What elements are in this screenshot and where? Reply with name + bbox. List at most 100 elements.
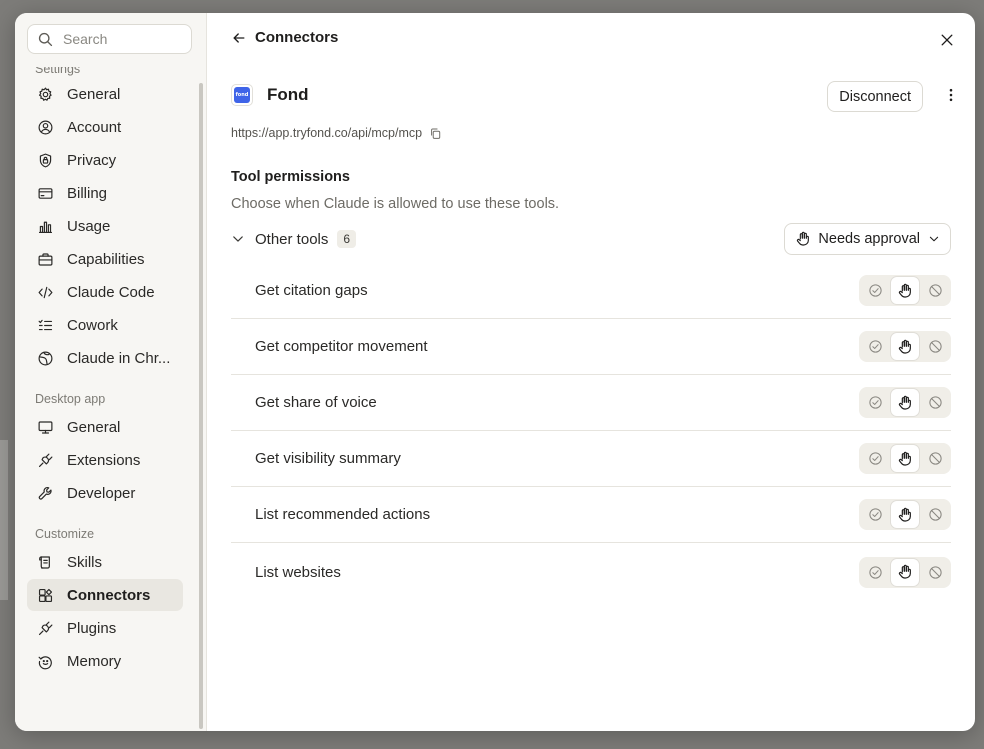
disconnect-button[interactable]: Disconnect <box>827 81 923 112</box>
sidebar-item-label: Capabilities <box>67 250 145 268</box>
monitor-icon <box>38 420 53 434</box>
briefcase-icon <box>38 252 53 266</box>
tool-permission-toggle <box>859 275 951 306</box>
tool-permission-toggle <box>859 387 951 418</box>
plug-icon <box>38 621 53 635</box>
sidebar-item-claude-in-chr[interactable]: Claude in Chr... <box>27 342 183 374</box>
sidebar-item-label: Plugins <box>67 619 117 637</box>
sidebar-item-label: Billing <box>67 184 108 202</box>
gear-icon <box>38 87 52 101</box>
search-box[interactable] <box>27 24 192 54</box>
hand-icon <box>797 231 810 246</box>
page-title: Connectors <box>255 29 339 46</box>
block-icon <box>928 396 942 409</box>
block-icon <box>928 452 942 465</box>
copy-icon[interactable] <box>429 127 442 140</box>
sidebar-item-label: Usage <box>67 217 111 235</box>
connector-url-row: https://app.tryfond.co/api/mcp/mcp <box>231 126 442 140</box>
tool-row: Get competitor movement <box>231 319 951 375</box>
always-allow-option[interactable] <box>861 333 889 360</box>
sidebar-item-label: Claude Code <box>67 283 155 301</box>
settings-sidebar: Settings General Account Privacy Billing Usag… <box>15 13 207 731</box>
needs-approval-option[interactable] <box>891 333 919 360</box>
always-allow-option[interactable] <box>861 501 889 528</box>
sidebar-item-cowork[interactable]: Cowork <box>27 309 183 341</box>
tool-row: List websites <box>231 543 951 601</box>
block-icon <box>928 340 942 353</box>
sidebar-item-connectors[interactable]: Connectors <box>27 579 183 611</box>
sidebar-scrollbar[interactable] <box>199 83 203 729</box>
sidebar-item-plugins[interactable]: Plugins <box>27 612 183 644</box>
search-icon <box>38 32 53 46</box>
hand-icon <box>898 339 911 354</box>
tool-name: List recommended actions <box>255 506 431 523</box>
sidebar-item-general[interactable]: General <box>27 78 183 110</box>
needs-approval-option[interactable] <box>891 445 919 472</box>
always-allow-option[interactable] <box>861 559 889 586</box>
more-vertical-icon <box>949 88 953 102</box>
scroll-icon <box>39 555 50 569</box>
sidebar-item-general[interactable]: General <box>27 411 183 443</box>
block-option[interactable] <box>921 559 949 586</box>
tool-row: Get citation gaps <box>231 263 951 319</box>
sidebar-item-usage[interactable]: Usage <box>27 210 183 242</box>
sidebar-item-label: Skills <box>67 553 103 571</box>
hand-icon <box>898 451 911 466</box>
block-option[interactable] <box>921 333 949 360</box>
arrow-left-icon <box>233 32 245 43</box>
connectors-icon <box>38 588 53 602</box>
always-allow-option[interactable] <box>861 445 889 472</box>
credit-card-icon <box>38 187 53 199</box>
tool-permission-toggle <box>859 443 951 474</box>
needs-approval-option[interactable] <box>891 389 919 416</box>
block-option[interactable] <box>921 277 949 304</box>
sidebar-item-label: General <box>67 85 121 103</box>
sidebar-item-developer[interactable]: Developer <box>27 477 183 509</box>
plug-icon <box>38 453 53 467</box>
close-button[interactable] <box>939 32 955 53</box>
more-options-button[interactable] <box>943 87 959 108</box>
sidebar-item-skills[interactable]: Skills <box>27 546 183 578</box>
connector-detail-panel: Connectors fond Fond Disconnect https://… <box>207 13 975 731</box>
search-input[interactable] <box>63 31 178 47</box>
block-option[interactable] <box>921 445 949 472</box>
always-allow-option[interactable] <box>861 389 889 416</box>
settings-modal: Settings General Account Privacy Billing Usag… <box>15 13 975 731</box>
globe-icon <box>38 351 53 365</box>
close-icon <box>941 34 953 46</box>
check-circle-icon <box>868 508 882 521</box>
tool-name: Get competitor movement <box>255 338 428 355</box>
sidebar-item-capabilities[interactable]: Capabilities <box>27 243 183 275</box>
tool-name: Get visibility summary <box>255 450 401 467</box>
hand-icon <box>898 564 911 579</box>
block-option[interactable] <box>921 389 949 416</box>
block-option[interactable] <box>921 501 949 528</box>
shield-lock-icon <box>39 153 52 167</box>
chevron-down-icon <box>929 236 939 242</box>
sidebar-nav: Settings General Account Privacy Billing Usag… <box>27 67 183 677</box>
group-permission-dropdown[interactable]: Needs approval <box>784 223 951 255</box>
always-allow-option[interactable] <box>861 277 889 304</box>
page-header: Connectors <box>231 29 338 46</box>
sidebar-item-privacy[interactable]: Privacy <box>27 144 183 176</box>
needs-approval-option[interactable] <box>891 558 919 586</box>
tool-group-label: Other tools <box>255 230 329 248</box>
check-circle-icon <box>868 284 882 297</box>
block-icon <box>928 284 942 297</box>
sidebar-item-billing[interactable]: Billing <box>27 177 183 209</box>
sidebar-item-account[interactable]: Account <box>27 111 183 143</box>
bar-chart-icon <box>38 221 53 233</box>
tool-group-header: Other tools 6 Needs approval <box>231 223 951 255</box>
needs-approval-option[interactable] <box>891 501 919 528</box>
chevron-down-icon <box>233 236 243 242</box>
tool-count-badge: 6 <box>337 230 357 248</box>
sidebar-item-memory[interactable]: Memory <box>27 645 183 677</box>
needs-approval-option[interactable] <box>891 277 919 304</box>
back-button[interactable] <box>231 30 247 46</box>
tool-name: List websites <box>255 563 341 581</box>
sidebar-item-claude-code[interactable]: Claude Code <box>27 276 183 308</box>
tool-permissions-title: Tool permissions <box>231 169 350 185</box>
check-circle-icon <box>868 565 882 579</box>
sidebar-item-extensions[interactable]: Extensions <box>27 444 183 476</box>
sidebar-section-label: Settings <box>35 67 81 76</box>
